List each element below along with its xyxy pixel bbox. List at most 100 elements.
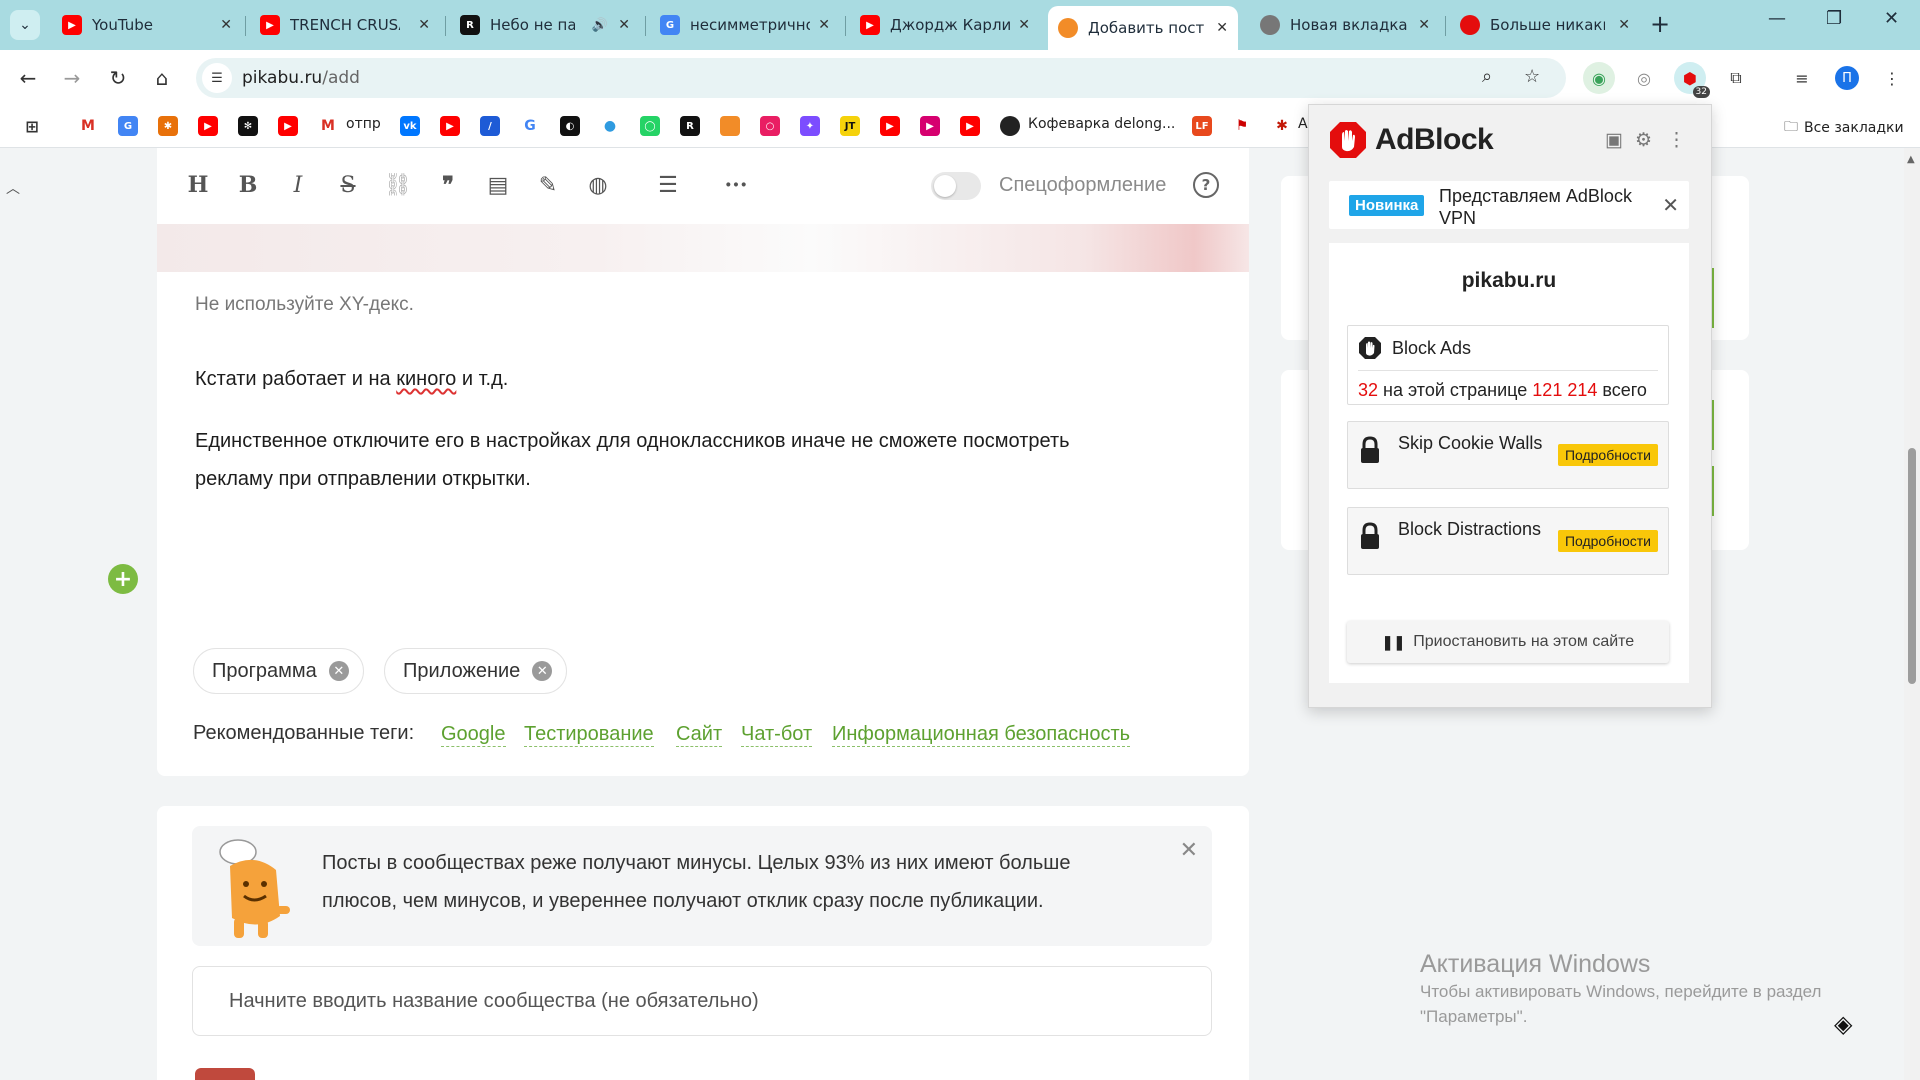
- bookmark-gmail-label[interactable]: отпр: [346, 116, 381, 132]
- drop-icon[interactable]: ●: [600, 116, 620, 136]
- gear-bookmark-icon[interactable]: ✻: [238, 116, 258, 136]
- link-icon[interactable]: ⛓: [381, 168, 415, 202]
- close-icon[interactable]: ✕: [1180, 838, 1198, 863]
- tab-pikabu-add[interactable]: Добавить пост | ✕: [1048, 6, 1238, 50]
- jt-icon[interactable]: JT: [840, 116, 860, 136]
- tag-chip[interactable]: Программа ✕: [193, 648, 364, 694]
- gear-icon[interactable]: ⚙: [1635, 129, 1652, 152]
- more-icon[interactable]: ···: [719, 168, 753, 202]
- recommended-tag[interactable]: Сайт: [676, 722, 723, 747]
- details-button[interactable]: Подробности: [1557, 444, 1658, 466]
- tab-carlin[interactable]: ▶ Джордж Карлин ✕: [850, 8, 1040, 42]
- all-bookmarks[interactable]: 🗀 Все закладки: [1784, 116, 1904, 140]
- spec-toggle[interactable]: [931, 172, 981, 200]
- tab-search-button[interactable]: ⌄: [10, 10, 40, 40]
- speaker-icon[interactable]: 🔊: [592, 18, 608, 33]
- bookmark-star-icon[interactable]: ☆: [1524, 66, 1540, 87]
- recommended-tag[interactable]: Информационная безопасность: [832, 722, 1131, 747]
- remove-tag-icon[interactable]: ✕: [328, 661, 349, 681]
- close-icon[interactable]: ✕: [1018, 17, 1030, 33]
- youtube-icon[interactable]: ▶: [440, 116, 460, 136]
- chrome-icon[interactable]: [1000, 116, 1020, 136]
- gmail-icon[interactable]: M: [318, 116, 338, 136]
- close-icon[interactable]: ✕: [418, 17, 430, 33]
- globe-icon[interactable]: ◎: [1628, 62, 1660, 94]
- community-input[interactable]: Начните вводить название сообщества (не …: [192, 966, 1212, 1036]
- restore-icon[interactable]: ❐: [1826, 8, 1842, 29]
- menu-kebab-icon[interactable]: ⋮: [1667, 129, 1686, 152]
- gmail-icon[interactable]: M: [78, 116, 98, 136]
- google-icon[interactable]: G: [520, 116, 540, 136]
- mask-icon[interactable]: ◐: [560, 116, 580, 136]
- feather-icon[interactable]: /: [480, 116, 500, 136]
- extension-speaker-icon[interactable]: ◉: [1583, 62, 1615, 94]
- text-block-icon[interactable]: ▤: [481, 168, 515, 202]
- pause-on-site-button[interactable]: ❚❚ Приостановить на этом сайте: [1347, 621, 1669, 663]
- editor-hint[interactable]: Не используйте XY-декс.: [195, 286, 414, 324]
- new-tab-button[interactable]: +: [1650, 10, 1670, 38]
- figma-icon[interactable]: ✦: [800, 116, 820, 136]
- back-icon[interactable]: ←: [14, 64, 42, 92]
- tab-adblock[interactable]: Больше никаких ✕: [1450, 8, 1640, 42]
- page-scrollbar[interactable]: ▲: [1904, 148, 1920, 1080]
- recommended-tag[interactable]: Чат-бот: [741, 722, 813, 747]
- tab-nebo[interactable]: R Небо не падает 🔊 ✕: [450, 8, 640, 42]
- reload-icon[interactable]: ↻: [104, 64, 132, 92]
- italic-icon[interactable]: I: [281, 168, 315, 202]
- lf-icon[interactable]: LF: [1192, 116, 1212, 136]
- tag-chip[interactable]: Приложение ✕: [384, 648, 568, 694]
- bold-icon[interactable]: B: [231, 168, 265, 202]
- add-block-button[interactable]: +: [108, 564, 138, 594]
- star-bookmark-icon[interactable]: ✱: [158, 116, 178, 136]
- adblock-extension-icon[interactable]: ⬢ 32: [1674, 62, 1710, 98]
- tab-trench-crusade[interactable]: ▶ TRENCH CRUSADE ✕: [250, 8, 440, 42]
- close-icon[interactable]: ✕: [220, 17, 232, 33]
- profile-avatar[interactable]: П: [1835, 66, 1859, 90]
- bookmark-coffee-label[interactable]: Кофеварка delong...: [1028, 116, 1175, 132]
- site-info-icon[interactable]: ☰: [202, 63, 232, 93]
- youtube-icon[interactable]: ▶: [198, 116, 218, 136]
- list-icon[interactable]: ☰: [651, 168, 685, 202]
- help-icon[interactable]: ?: [1193, 172, 1219, 198]
- bookmark-cut-label[interactable]: A: [1298, 116, 1308, 132]
- forward-icon[interactable]: →: [58, 64, 86, 92]
- recommended-tag[interactable]: Тестирование: [524, 722, 654, 747]
- okko-icon[interactable]: ○: [760, 116, 780, 136]
- whatsapp-icon[interactable]: ◯: [640, 116, 660, 136]
- tab-youtube[interactable]: ▶ YouTube ✕: [52, 8, 242, 42]
- scroll-up-icon[interactable]: ▲: [1907, 154, 1915, 165]
- marker-icon[interactable]: ✎: [531, 168, 565, 202]
- pikabu-icon[interactable]: [720, 116, 740, 136]
- address-bar[interactable]: ☰ pikabu.ru/add ⌕ ☆: [196, 58, 1566, 98]
- close-icon[interactable]: ✕: [1418, 17, 1430, 33]
- details-button[interactable]: Подробности: [1557, 530, 1658, 552]
- close-window-icon[interactable]: ✕: [1884, 8, 1899, 29]
- vk-icon[interactable]: vk: [400, 116, 420, 136]
- adblock-news-banner[interactable]: Новинка Представляем AdBlock VPN ✕: [1329, 181, 1689, 229]
- close-icon[interactable]: ✕: [1216, 20, 1228, 36]
- tab-google-search[interactable]: G несимметрично ✕: [650, 8, 840, 42]
- scroll-thumb[interactable]: [1908, 448, 1916, 684]
- youtube-icon[interactable]: ▶: [278, 116, 298, 136]
- extensions-puzzle-icon[interactable]: ⧉: [1720, 62, 1752, 94]
- quote-icon[interactable]: ❞: [431, 168, 465, 202]
- close-icon[interactable]: ✕: [818, 17, 830, 33]
- tab-new-tab[interactable]: Новая вкладка ✕: [1250, 8, 1440, 42]
- apps-grid-icon[interactable]: ⊞: [22, 116, 42, 136]
- translate-icon[interactable]: G: [118, 116, 138, 136]
- star-bookmark-icon[interactable]: ✱: [1272, 116, 1292, 136]
- strikethrough-icon[interactable]: S: [331, 168, 365, 202]
- close-icon[interactable]: ✕: [618, 17, 630, 33]
- media-control-icon[interactable]: ≡: [1786, 62, 1818, 94]
- minimize-icon[interactable]: —: [1768, 8, 1786, 29]
- close-icon[interactable]: ✕: [1618, 17, 1630, 33]
- chevron-up-icon[interactable]: ︿: [6, 178, 20, 198]
- r-app-icon[interactable]: R: [680, 116, 700, 136]
- spoiler-eye-icon[interactable]: ◍: [581, 168, 615, 202]
- heading-icon[interactable]: H: [181, 168, 215, 202]
- youtube-icon[interactable]: ▶: [880, 116, 900, 136]
- url-text[interactable]: pikabu.ru/add: [242, 68, 360, 88]
- home-icon[interactable]: ⌂: [148, 64, 176, 92]
- editor-paragraph-2[interactable]: Единственное отключите его в настройках …: [195, 422, 1070, 498]
- zoom-icon[interactable]: ⌕: [1482, 66, 1492, 87]
